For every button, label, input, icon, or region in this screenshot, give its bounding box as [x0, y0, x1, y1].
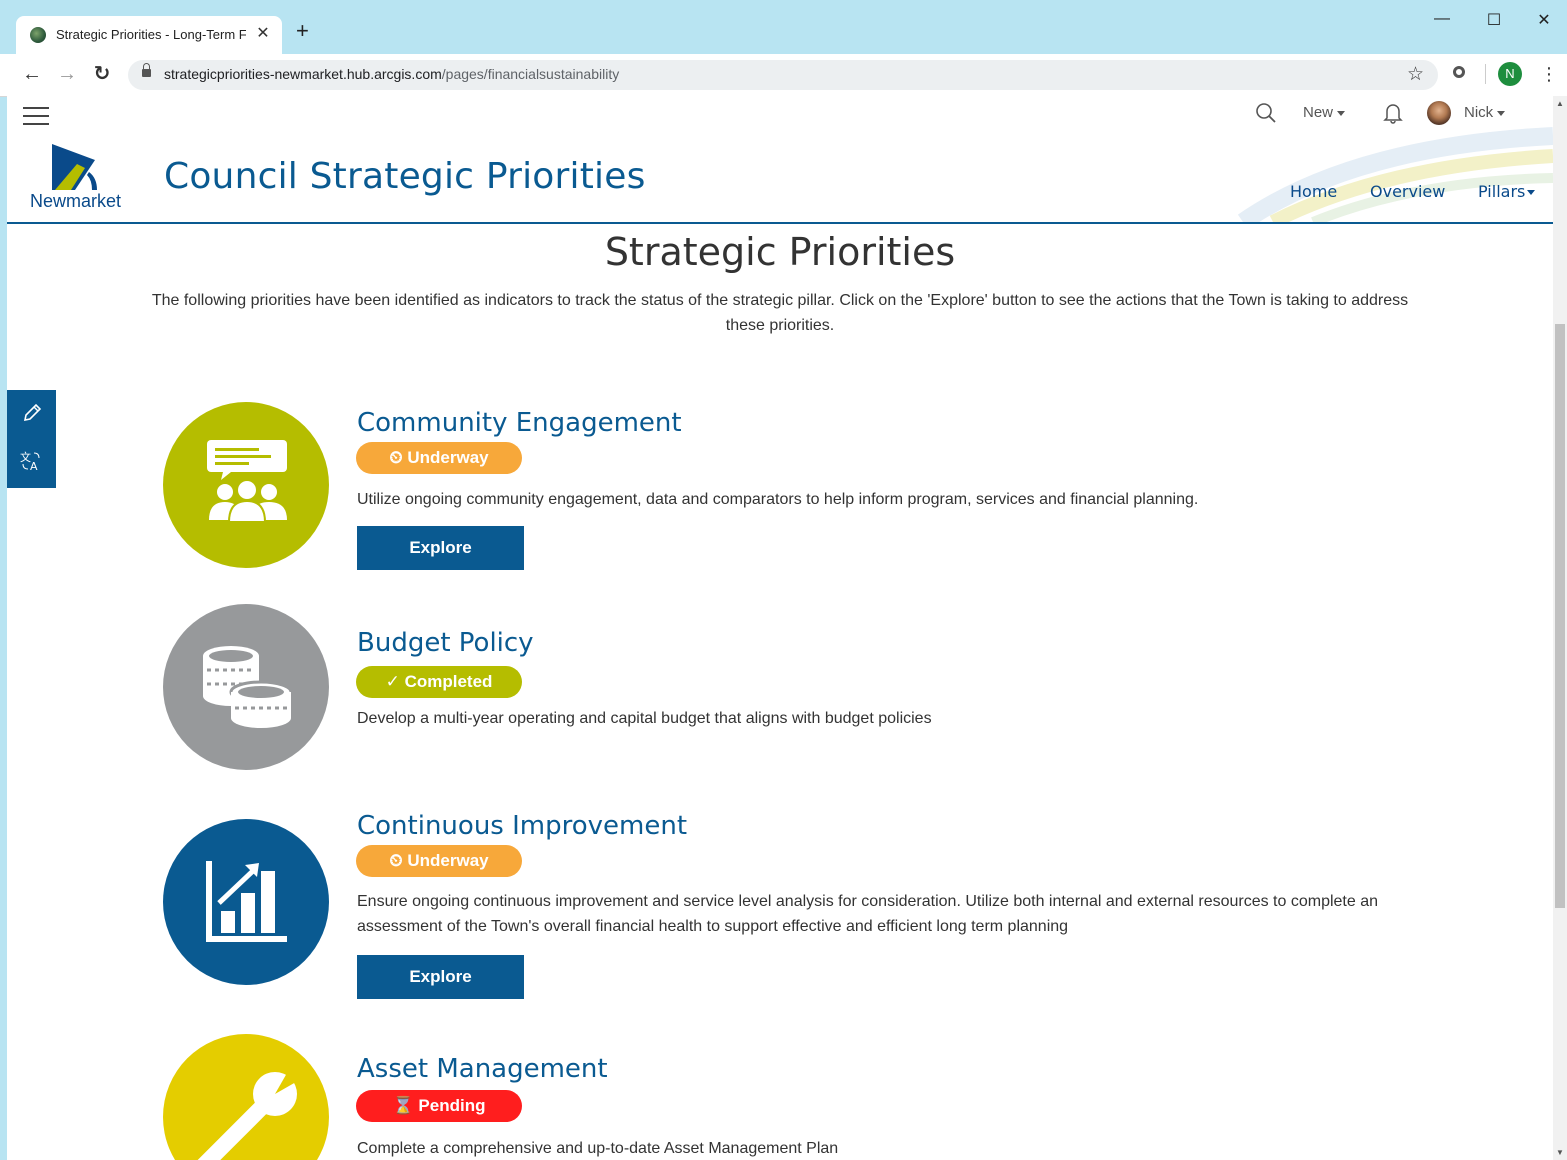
- search-icon[interactable]: [1255, 102, 1277, 128]
- pencil-edit-icon[interactable]: [21, 402, 43, 430]
- clock-icon: ⏲: [389, 448, 403, 467]
- url-domain: strategicpriorities-newmarket.hub.arcgis…: [164, 66, 442, 82]
- header-swoosh-decoration: [1237, 127, 1553, 222]
- explore-button[interactable]: Explore: [357, 955, 524, 999]
- status-label: Underway: [407, 851, 489, 870]
- user-avatar[interactable]: [1427, 101, 1451, 125]
- back-arrow-icon[interactable]: ←: [20, 62, 44, 86]
- address-bar[interactable]: strategicpriorities-newmarket.hub.arcgis…: [128, 60, 1438, 90]
- caret-down-icon: [1497, 110, 1506, 116]
- scroll-up-arrow-icon[interactable]: ▲: [1556, 99, 1564, 108]
- user-menu[interactable]: Nick: [1464, 104, 1506, 121]
- newmarket-logo[interactable]: Newmarket: [27, 144, 137, 214]
- status-label: Underway: [407, 448, 489, 467]
- coins-icon: [163, 604, 329, 770]
- status-badge: ⌛ Pending: [356, 1090, 522, 1122]
- priority-description: Ensure ongoing continuous improvement an…: [357, 893, 1379, 935]
- intro-text: The following priorities have been ident…: [151, 292, 1409, 334]
- globe-favicon-icon: [30, 27, 46, 43]
- extension-icon[interactable]: [1453, 66, 1465, 78]
- new-tab-button[interactable]: +: [296, 20, 309, 42]
- nav-link-overview[interactable]: Overview: [1370, 182, 1445, 201]
- url-path: /pages/financialsustainability: [441, 66, 620, 82]
- nav-link-pillars[interactable]: Pillars: [1478, 182, 1536, 201]
- clock-icon: ⏲: [389, 851, 403, 870]
- status-badge: ✓ Completed: [356, 666, 522, 698]
- page-title: Strategic Priorities: [604, 230, 956, 274]
- page-scrollbar[interactable]: ▲ ▼: [1553, 96, 1567, 1160]
- svg-text:A: A: [30, 460, 38, 472]
- forward-arrow-icon[interactable]: →: [55, 62, 79, 86]
- bell-icon[interactable]: [1383, 102, 1403, 128]
- reload-icon[interactable]: ↻: [90, 62, 114, 86]
- community-engagement-icon: [163, 402, 329, 568]
- priority-title: Continuous Improvement: [357, 811, 688, 841]
- bookmark-star-icon[interactable]: ☆: [1407, 63, 1424, 86]
- user-name: Nick: [1464, 104, 1494, 121]
- logo-mark-icon: [52, 144, 97, 190]
- browser-title-bar: Strategic Priorities - Long-Term F ✕ + —…: [0, 0, 1567, 54]
- status-badge: ⏲ Underway: [356, 442, 522, 474]
- priority-title: Asset Management: [357, 1054, 608, 1084]
- browser-menu-icon[interactable]: ⋮: [1540, 62, 1558, 86]
- explore-button[interactable]: Explore: [357, 526, 524, 570]
- new-dropdown[interactable]: New: [1303, 104, 1346, 121]
- site-header: Newmarket Council Strategic Priorities H…: [7, 126, 1553, 224]
- logo-text: Newmarket: [30, 191, 122, 211]
- close-window-button[interactable]: ✕: [1521, 10, 1567, 30]
- scrollbar-thumb[interactable]: [1555, 324, 1565, 908]
- caret-down-icon: [1337, 110, 1346, 116]
- browser-toolbar: ← → ↻ strategicpriorities-newmarket.hub.…: [0, 54, 1567, 97]
- priority-title: Community Engagement: [357, 408, 682, 438]
- lock-icon: [142, 63, 151, 77]
- pillars-label: Pillars: [1478, 182, 1526, 201]
- minimize-button[interactable]: —: [1419, 10, 1465, 28]
- translate-icon[interactable]: 文A: [20, 450, 42, 477]
- url-text[interactable]: strategicpriorities-newmarket.hub.arcgis…: [164, 66, 619, 82]
- nav-link-home[interactable]: Home: [1290, 182, 1337, 201]
- wrench-icon: [163, 1034, 329, 1160]
- priority-description: Develop a multi-year operating and capit…: [357, 710, 932, 727]
- status-badge: ⏲ Underway: [356, 845, 522, 877]
- page-content: New Nick Newmarket Council Strategic Pri…: [7, 96, 1553, 1160]
- status-label: Completed: [404, 672, 493, 691]
- profile-avatar[interactable]: N: [1498, 62, 1522, 86]
- priority-description: Complete a comprehensive and up-to-date …: [357, 1140, 839, 1157]
- bar-chart-growth-icon: [163, 819, 329, 985]
- new-label: New: [1303, 104, 1334, 121]
- tab-close-icon[interactable]: ✕: [254, 23, 272, 43]
- tab-title: Strategic Priorities - Long-Term F: [56, 27, 246, 42]
- hourglass-icon: ⌛: [392, 1096, 414, 1115]
- priority-description: Utilize ongoing community engagement, da…: [357, 491, 1199, 508]
- side-toolbar: 文A: [7, 390, 56, 488]
- browser-tab[interactable]: Strategic Priorities - Long-Term F ✕: [16, 16, 282, 54]
- priority-title: Budget Policy: [357, 628, 534, 658]
- caret-down-icon: [1527, 190, 1536, 195]
- maximize-button[interactable]: ☐: [1471, 10, 1517, 30]
- scroll-down-arrow-icon[interactable]: ▼: [1556, 1148, 1564, 1157]
- status-label: Pending: [418, 1096, 486, 1115]
- toolbar-separator: [1485, 64, 1486, 84]
- site-title[interactable]: Council Strategic Priorities: [164, 156, 646, 197]
- check-circle-icon: ✓: [385, 672, 400, 691]
